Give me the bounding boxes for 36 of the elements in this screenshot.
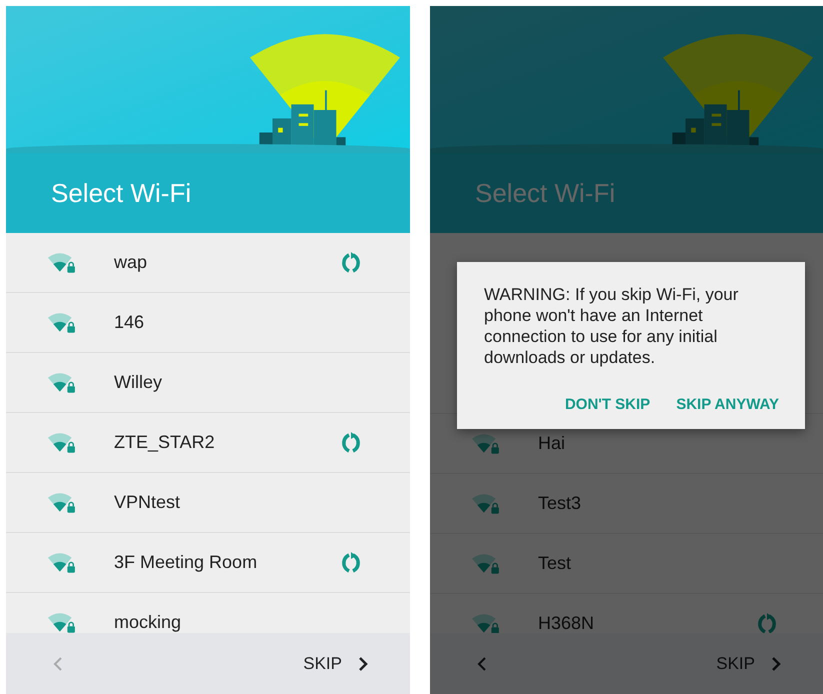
network-name: 3F Meeting Room xyxy=(114,552,258,573)
wifi-lock-icon xyxy=(472,612,500,633)
network-row[interactable]: 3F Meeting Room xyxy=(6,533,410,593)
wifi-lock-icon xyxy=(472,552,500,574)
chevron-left-icon xyxy=(477,656,487,672)
warning-message: WARNING: If you skip Wi-Fi, your phone won't have an Internet connection to use for any initial downloads or updates. xyxy=(484,284,740,368)
network-name: H368N xyxy=(538,613,594,633)
network-name: wap xyxy=(114,252,148,273)
screen-title: Select Wi-Fi xyxy=(51,178,192,208)
wifi-lock-icon xyxy=(48,612,76,633)
wifi-lock-icon xyxy=(48,492,76,514)
screen-title: Select Wi-Fi xyxy=(475,178,616,208)
skip-button[interactable]: SKIP xyxy=(303,654,368,674)
network-name: ZTE_STAR2 xyxy=(114,432,215,453)
wifi-lock-icon xyxy=(472,492,500,514)
wifi-lock-icon xyxy=(48,372,76,394)
network-row[interactable]: VPNtest xyxy=(6,473,410,533)
network-row[interactable]: 146 xyxy=(6,293,410,353)
network-name: Test3 xyxy=(538,493,582,514)
network-name: Hai xyxy=(538,433,566,454)
network-name: mocking xyxy=(114,612,182,633)
wifi-lock-icon xyxy=(472,432,500,454)
network-row[interactable]: wap xyxy=(6,233,410,293)
network-row[interactable]: Willey xyxy=(6,353,410,413)
network-name: 146 xyxy=(114,312,144,333)
chevron-right-icon xyxy=(358,656,368,672)
wifi-lock-icon xyxy=(48,252,76,274)
chevron-right-icon xyxy=(771,656,781,672)
chevron-left-icon xyxy=(53,656,63,672)
wifi-lock-icon xyxy=(48,432,76,454)
wifi-lock-icon xyxy=(48,552,76,574)
network-name: Test xyxy=(538,553,572,574)
wifi-lock-icon xyxy=(48,312,76,334)
network-row[interactable]: ZTE_STAR2 xyxy=(6,413,410,473)
network-name: VPNtest xyxy=(114,492,180,513)
network-name: Willey xyxy=(114,372,162,393)
